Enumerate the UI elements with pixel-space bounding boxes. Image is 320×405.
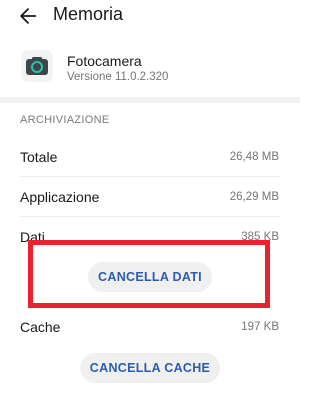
storage-row-label: Applicazione bbox=[20, 189, 100, 205]
arrow-left-icon bbox=[20, 8, 37, 24]
app-version: Versione 11.0.2.320 bbox=[67, 71, 169, 83]
section-title-storage: ARCHIVIAZIONE bbox=[20, 114, 110, 126]
storage-row-label: Totale bbox=[20, 149, 58, 165]
cache-value: 197 KB bbox=[241, 321, 279, 333]
clear-cache-button[interactable]: CANCELLA CACHE bbox=[80, 353, 220, 383]
camera-icon bbox=[22, 51, 52, 81]
app-name: Fotocamera bbox=[67, 53, 142, 69]
page-title: Memoria bbox=[53, 4, 124, 24]
storage-row-value: 26,48 MB bbox=[229, 151, 279, 163]
back-button[interactable] bbox=[14, 3, 42, 29]
storage-row-total: Totale 26,48 MB bbox=[0, 137, 300, 177]
top-bar: Memoria bbox=[0, 0, 300, 34]
app-info: Fotocamera Versione 11.0.2.320 bbox=[0, 44, 300, 92]
storage-row-app: Applicazione 26,29 MB bbox=[0, 177, 300, 217]
storage-row-value: 26,29 MB bbox=[229, 191, 279, 203]
cache-row: Cache 197 KB bbox=[0, 307, 300, 347]
section-divider bbox=[0, 97, 300, 103]
clear-data-button[interactable]: CANCELLA DATI bbox=[88, 262, 212, 292]
cache-label: Cache bbox=[20, 319, 61, 335]
